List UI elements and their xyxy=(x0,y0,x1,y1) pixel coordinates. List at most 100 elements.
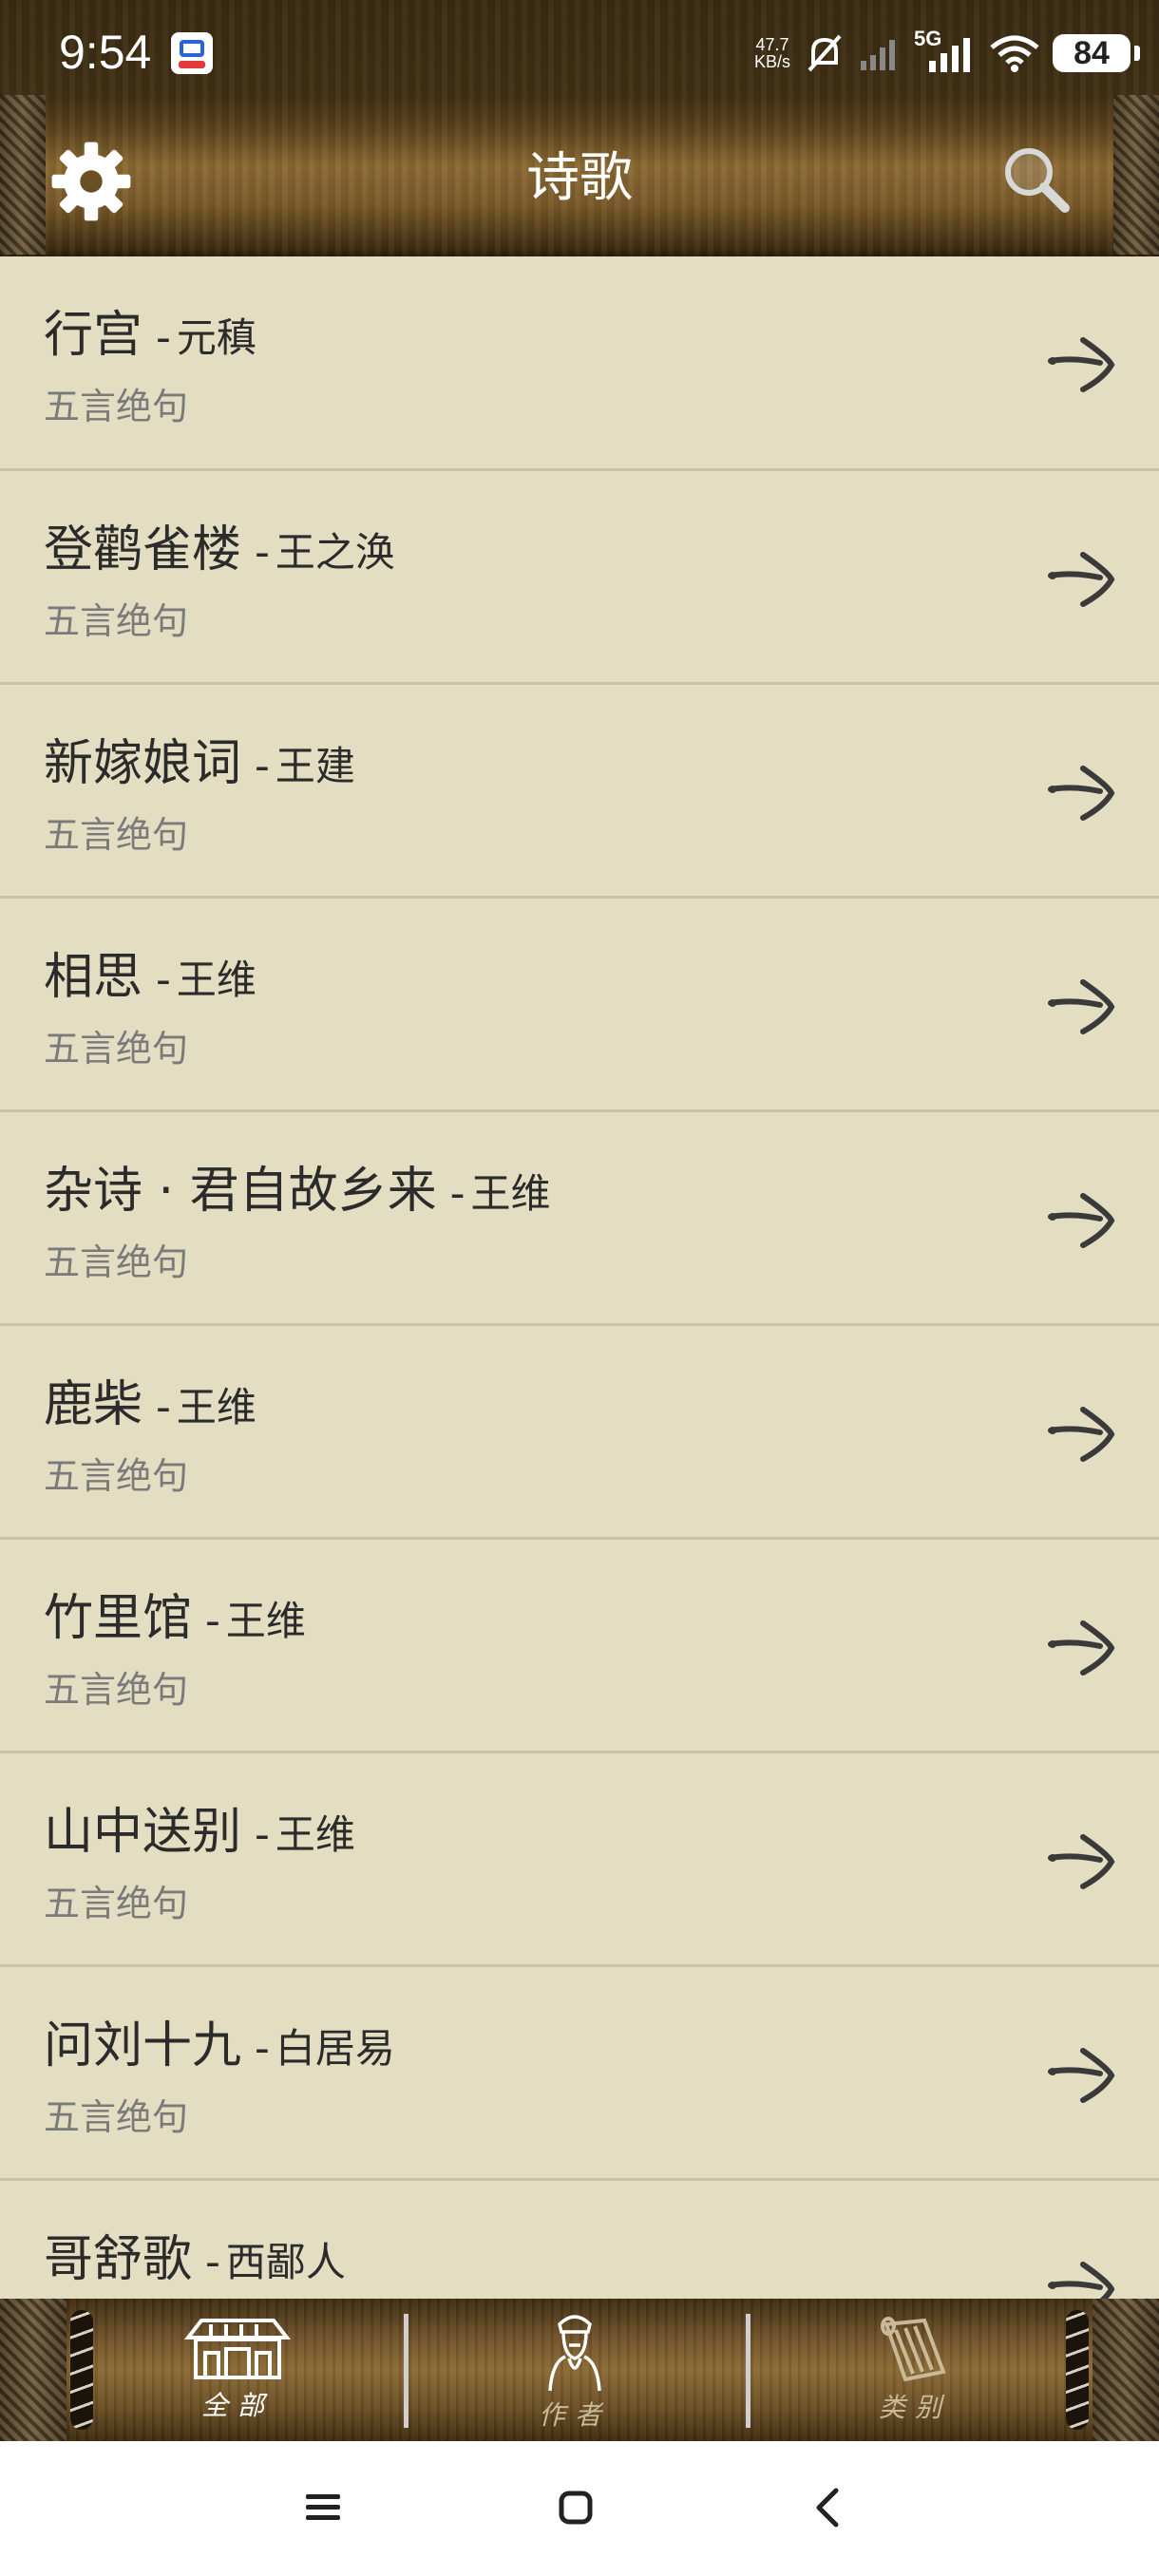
mute-bell-icon xyxy=(808,34,842,72)
poem-title: 哥舒歌 xyxy=(44,2231,193,2288)
poem-title: 问刘十九 xyxy=(44,2017,242,2074)
title-author-separator: - xyxy=(255,2024,270,2073)
title-author-separator: - xyxy=(255,742,270,790)
menu-icon xyxy=(306,2494,340,2520)
tab-authors[interactable]: 作者 xyxy=(418,2299,732,2441)
poem-author: 王维 xyxy=(225,1598,306,1644)
poem-list-item[interactable]: 竹里馆 - 王维 五言绝句 xyxy=(0,1540,1159,1753)
poem-title: 行宫 xyxy=(44,307,143,364)
poem-title: 山中送别 xyxy=(44,1804,242,1861)
tab-all[interactable]: 全部 xyxy=(81,2299,394,2441)
poem-title-line: 杂诗 · 君自故乡来 - 王维 xyxy=(44,1150,551,1222)
tab-all-label: 全部 xyxy=(200,2390,274,2421)
poem-author: 王维 xyxy=(176,957,256,1003)
poem-title: 相思 xyxy=(44,949,143,1006)
arrow-right-icon[interactable] xyxy=(1045,547,1117,610)
poem-title-line: 问刘十九 - 白居易 xyxy=(44,2005,395,2076)
poem-title-line: 竹里馆 - 王维 xyxy=(44,1578,306,1649)
nav-home-button[interactable] xyxy=(538,2474,614,2541)
network-speed-value: 47.7 xyxy=(755,35,789,54)
tab-divider xyxy=(404,2314,408,2428)
nav-menu-button[interactable] xyxy=(285,2474,361,2541)
arrow-right-icon[interactable] xyxy=(1045,761,1117,824)
arrow-right-icon[interactable] xyxy=(1045,2043,1117,2106)
poem-list-item[interactable]: 山中送别 - 王维 五言绝句 xyxy=(0,1753,1159,1967)
system-navigation-bar xyxy=(0,2441,1159,2576)
poem-type: 五言绝句 xyxy=(44,1455,189,1497)
poem-author: 白居易 xyxy=(275,2025,395,2072)
bottom-tab-bar: 全部 作者 类别 xyxy=(0,2299,1159,2441)
poem-title-line: 相思 - 王维 xyxy=(44,937,256,1008)
battery-indicator: 84 xyxy=(1053,34,1140,72)
home-square-icon xyxy=(559,2491,593,2525)
tabbar-ornament-right xyxy=(1092,2299,1159,2441)
poem-type: 五言绝句 xyxy=(44,814,189,856)
poem-list-item[interactable]: 杂诗 · 君自故乡来 - 王维 五言绝句 xyxy=(0,1112,1159,1326)
poem-list[interactable]: 行宫 - 元稹 五言绝句 登鹳雀楼 - 王之涣 五言绝句 新嫁娘词 - 王建 五言绝句 xyxy=(0,256,1159,2299)
poem-title-line: 哥舒歌 - 西鄙人 xyxy=(44,2219,346,2290)
poem-list-item[interactable]: 登鹳雀楼 - 王之涣 五言绝句 xyxy=(0,471,1159,685)
poem-author: 王之涣 xyxy=(275,529,395,576)
poem-title-line: 行宫 - 元稹 xyxy=(44,294,256,366)
poem-author: 元稹 xyxy=(176,314,256,361)
poem-title: 新嫁娘词 xyxy=(44,735,242,792)
title-author-separator: - xyxy=(449,1169,466,1218)
tab-authors-label: 作者 xyxy=(538,2399,611,2431)
poem-list-item[interactable]: 鹿柴 - 王维 五言绝句 xyxy=(0,1326,1159,1540)
poem-list-item[interactable]: 行宫 - 元稹 五言绝句 xyxy=(0,256,1159,471)
tab-divider xyxy=(746,2314,750,2428)
status-time: 9:54 xyxy=(59,26,152,79)
nav-back-button[interactable] xyxy=(790,2474,866,2541)
poem-list-item[interactable]: 新嫁娘词 - 王建 五言绝句 xyxy=(0,685,1159,899)
poem-type: 五言绝句 xyxy=(44,2096,189,2138)
poem-author: 王建 xyxy=(275,743,355,789)
poem-author: 西鄙人 xyxy=(225,2239,346,2285)
tab-categories-label: 类别 xyxy=(878,2392,951,2423)
poem-list-item[interactable]: 哥舒歌 - 西鄙人 xyxy=(0,2181,1159,2299)
back-chevron-icon xyxy=(816,2488,839,2528)
title-author-separator: - xyxy=(156,1383,171,1431)
network-speed: 47.7 KB/s xyxy=(754,36,790,70)
title-author-separator: - xyxy=(156,956,171,1004)
title-author-separator: - xyxy=(255,1810,270,1859)
title-author-separator: - xyxy=(205,2238,220,2286)
building-icon xyxy=(183,2319,292,2379)
signal-sim2: 5G xyxy=(914,27,977,74)
poem-type: 五言绝句 xyxy=(44,386,189,427)
poem-type: 五言绝句 xyxy=(44,1241,189,1283)
poem-title: 杂诗 · 君自故乡来 xyxy=(44,1163,437,1220)
search-icon xyxy=(1005,148,1070,213)
arrow-right-icon[interactable] xyxy=(1045,2257,1117,2299)
title-author-separator: - xyxy=(205,1597,220,1645)
poem-author: 王维 xyxy=(176,1384,256,1430)
search-button[interactable] xyxy=(998,141,1074,217)
arrow-right-icon[interactable] xyxy=(1045,1188,1117,1251)
poem-title-line: 新嫁娘词 - 王建 xyxy=(44,723,355,794)
poem-title: 登鹳雀楼 xyxy=(44,521,242,578)
arrow-right-icon[interactable] xyxy=(1045,975,1117,1037)
tab-categories[interactable]: 类别 xyxy=(758,2299,1072,2441)
poem-type: 五言绝句 xyxy=(44,1669,189,1711)
poem-author: 王维 xyxy=(470,1170,551,1217)
poet-portrait-icon xyxy=(548,2315,601,2392)
poem-list-item[interactable]: 问刘十九 - 白居易 五言绝句 xyxy=(0,1967,1159,2181)
poem-author: 王维 xyxy=(275,1811,355,1858)
poem-title-line: 鹿柴 - 王维 xyxy=(44,1364,256,1435)
network-speed-unit: KB/s xyxy=(753,52,790,71)
poem-title-line: 山中送别 - 王维 xyxy=(44,1791,355,1863)
wifi-icon xyxy=(990,35,1039,72)
arrow-right-icon[interactable] xyxy=(1045,1616,1117,1678)
arrow-right-icon[interactable] xyxy=(1045,332,1117,395)
status-icons: 47.7 KB/s 5G 84 xyxy=(754,25,1140,82)
notification-app-icon xyxy=(171,32,213,74)
title-author-separator: - xyxy=(255,528,270,577)
scroll-icon xyxy=(881,2317,946,2382)
tabbar-ornament-left xyxy=(0,2299,66,2441)
arrow-right-icon[interactable] xyxy=(1045,1829,1117,1892)
app-header: 9:54 47.7 KB/s 5G 84 诗歌 xyxy=(0,0,1159,256)
page-title: 诗歌 xyxy=(526,147,633,209)
poem-title: 鹿柴 xyxy=(44,1376,143,1433)
title-author-separator: - xyxy=(156,313,171,362)
poem-list-item[interactable]: 相思 - 王维 五言绝句 xyxy=(0,899,1159,1112)
arrow-right-icon[interactable] xyxy=(1045,1402,1117,1465)
